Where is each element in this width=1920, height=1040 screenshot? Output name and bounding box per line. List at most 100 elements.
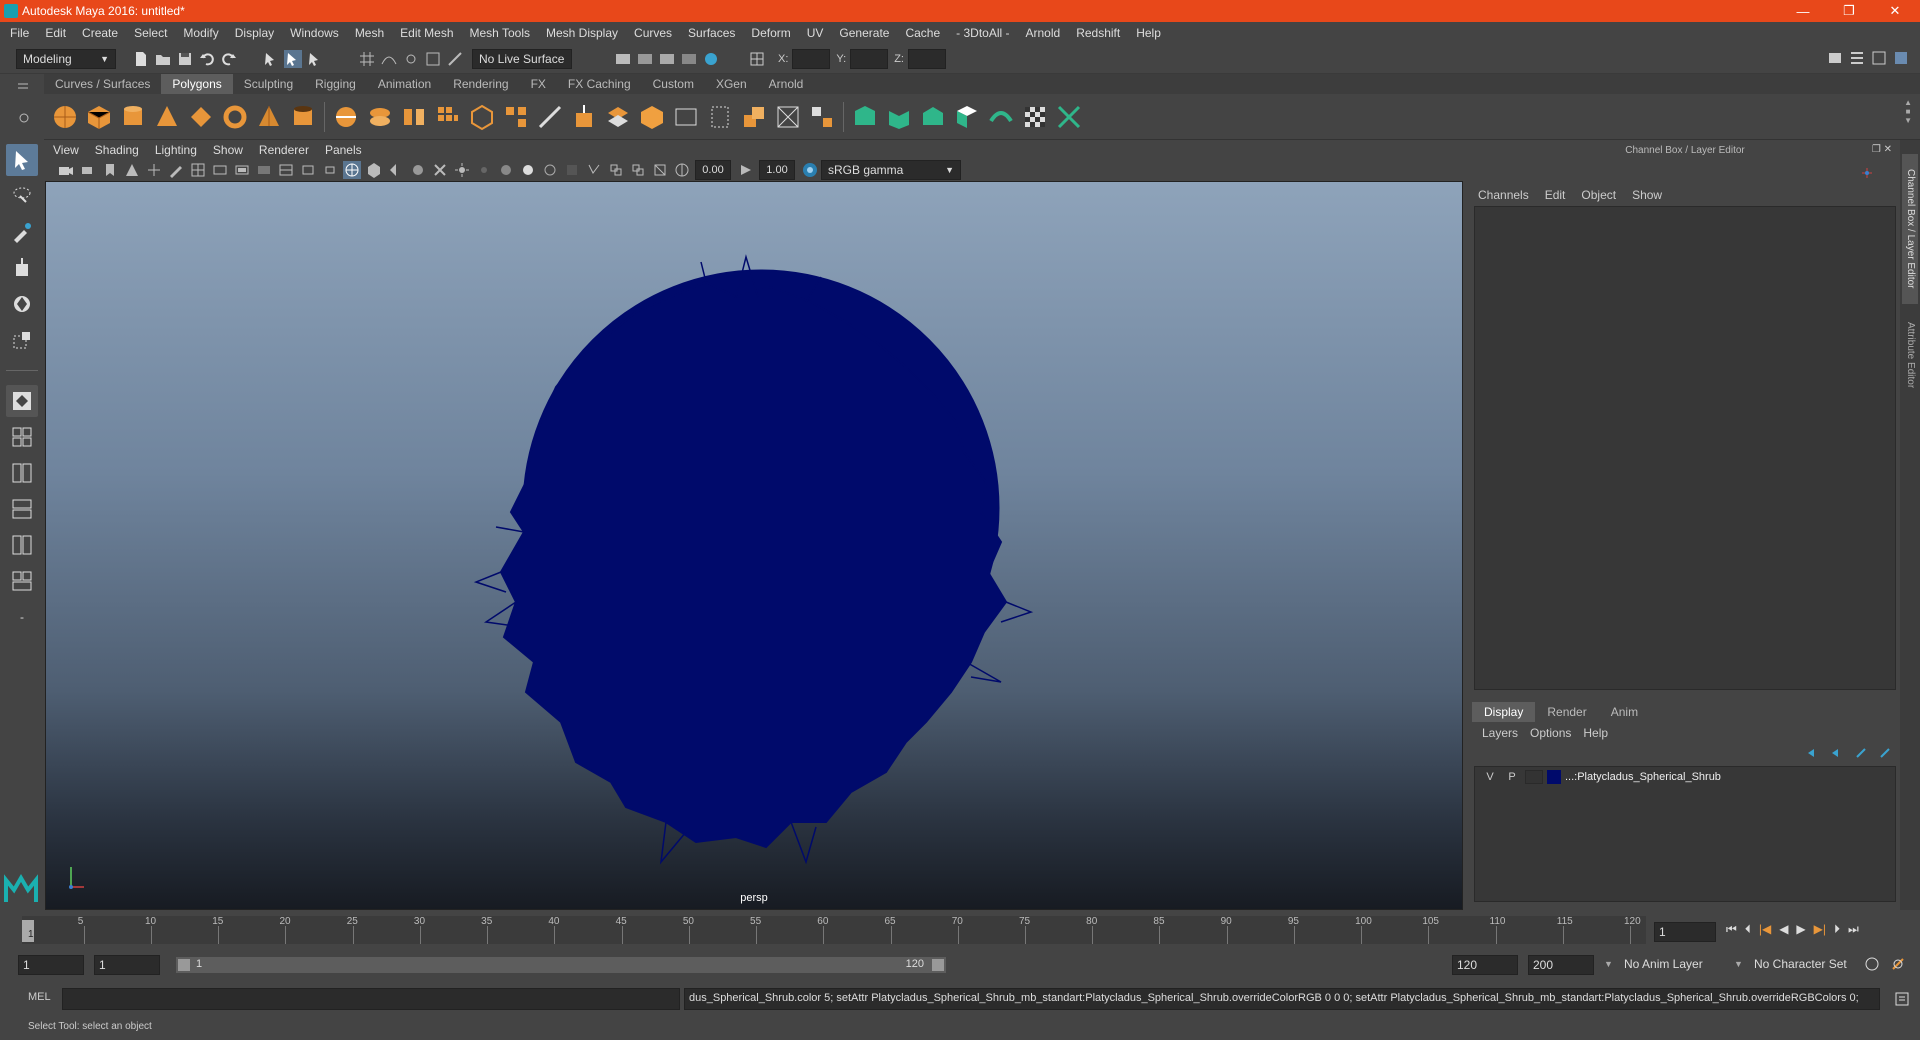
- mesh-reduce-icon[interactable]: [919, 103, 947, 131]
- live-surface-field[interactable]: No Live Surface: [472, 48, 572, 69]
- menu-3dtoall[interactable]: - 3DtoAll -: [948, 22, 1017, 44]
- menu-surfaces[interactable]: Surfaces: [680, 22, 743, 44]
- channel-box-menu-object[interactable]: Object: [1573, 188, 1624, 202]
- playback-start-field[interactable]: 1: [94, 955, 160, 975]
- mode-selector[interactable]: Modeling ▼: [16, 48, 116, 69]
- play-forward-icon[interactable]: ▶: [1796, 922, 1805, 937]
- shelf-tab-fx[interactable]: FX: [520, 74, 557, 94]
- preferences-icon[interactable]: [1890, 956, 1906, 975]
- poly-torus-icon[interactable]: [221, 103, 249, 131]
- menu-mesh-tools[interactable]: Mesh Tools: [462, 22, 538, 44]
- layer-tab-anim[interactable]: Anim: [1599, 702, 1650, 722]
- step-back-frame-icon[interactable]: |◀: [1759, 922, 1771, 937]
- viewport-menu-lighting[interactable]: Lighting: [147, 142, 205, 159]
- anim-end-field[interactable]: 200: [1528, 955, 1594, 975]
- chevron-down-icon[interactable]: ▼: [1604, 959, 1613, 969]
- new-layer-selected-icon[interactable]: [1878, 746, 1892, 763]
- menu-generate[interactable]: Generate: [831, 22, 897, 44]
- time-ruler[interactable]: 1 5 10 15 20 25 30 35 40 45 50 55 60 65 70 75 80 85 90 95 1…: [22, 916, 1646, 944]
- shrub-wireframe-mesh[interactable]: [473, 254, 1034, 865]
- menu-deform[interactable]: Deform: [743, 22, 798, 44]
- planar-map-icon[interactable]: [706, 103, 734, 131]
- channel-box-menu-edit[interactable]: Edit: [1537, 188, 1574, 202]
- viewport-menu-renderer[interactable]: Renderer: [251, 142, 317, 159]
- shelf-tab-sculpting[interactable]: Sculpting: [233, 74, 304, 94]
- viewport-menu-view[interactable]: View: [45, 142, 87, 159]
- open-scene-icon[interactable]: [154, 50, 172, 68]
- shelf-scroll-down-icon[interactable]: ▼: [1904, 116, 1912, 125]
- make-live-icon[interactable]: [446, 50, 464, 68]
- smooth-shade-icon[interactable]: [365, 161, 383, 179]
- mesh-triangulate-icon[interactable]: [953, 103, 981, 131]
- xray-joints-icon[interactable]: [607, 161, 625, 179]
- film-gate-icon[interactable]: [211, 161, 229, 179]
- extract-icon[interactable]: [400, 103, 428, 131]
- range-start-handle[interactable]: [178, 959, 190, 971]
- safe-title-icon[interactable]: [321, 161, 339, 179]
- side-tab-attribute-editor[interactable]: Attribute Editor: [1902, 310, 1918, 400]
- layer-tab-render[interactable]: Render: [1535, 702, 1598, 722]
- menu-edit[interactable]: Edit: [37, 22, 74, 44]
- textured-icon[interactable]: [409, 161, 427, 179]
- select-component-icon[interactable]: [306, 50, 324, 68]
- poly-cylinder-icon[interactable]: [119, 103, 147, 131]
- scale-tool-icon[interactable]: [6, 324, 38, 356]
- smooth-icon[interactable]: [434, 103, 462, 131]
- chevron-down-icon[interactable]: ▼: [1734, 959, 1743, 969]
- uv-editor-icon[interactable]: [672, 103, 700, 131]
- separate-icon[interactable]: [366, 103, 394, 131]
- menu-help[interactable]: Help: [1128, 22, 1169, 44]
- layer-menu-help[interactable]: Help: [1577, 726, 1614, 740]
- append-polygon-icon[interactable]: [638, 103, 666, 131]
- poly-pipe-icon[interactable]: [289, 103, 317, 131]
- cylindrical-map-icon[interactable]: [740, 103, 768, 131]
- channel-box-menu-channels[interactable]: Channels: [1470, 188, 1537, 202]
- layer-color-swatch[interactable]: [1547, 770, 1561, 784]
- xray-icon[interactable]: [585, 161, 603, 179]
- paint-select-tool-icon[interactable]: [6, 216, 38, 248]
- layer-visibility-toggle[interactable]: V: [1481, 771, 1499, 783]
- resolution-gate-icon[interactable]: [233, 161, 251, 179]
- viewport-menu-shading[interactable]: Shading: [87, 142, 147, 159]
- render-settings-icon[interactable]: [614, 50, 632, 68]
- new-empty-layer-icon[interactable]: [1854, 746, 1868, 763]
- select-hierarchy-icon[interactable]: [262, 50, 280, 68]
- go-to-start-icon[interactable]: ⏮: [1726, 922, 1737, 937]
- redo-icon[interactable]: [220, 50, 238, 68]
- isolate-select-icon[interactable]: [563, 161, 581, 179]
- channel-box-menu-show[interactable]: Show: [1624, 188, 1670, 202]
- shelf-scroll-mid-icon[interactable]: ■: [1906, 107, 1911, 116]
- render-view-icon[interactable]: [680, 50, 698, 68]
- tool-settings-icon[interactable]: [1870, 49, 1888, 67]
- shelf-menu-icon[interactable]: [18, 80, 28, 94]
- side-tab-channel-box[interactable]: Channel Box / Layer Editor: [1902, 154, 1918, 304]
- safe-action-icon[interactable]: [299, 161, 317, 179]
- mesh-fill-icon[interactable]: [885, 103, 913, 131]
- bevel-icon[interactable]: [468, 103, 496, 131]
- mesh-cleanup-icon[interactable]: [851, 103, 879, 131]
- menu-cache[interactable]: Cache: [897, 22, 948, 44]
- save-scene-icon[interactable]: [176, 50, 194, 68]
- shelf-tab-rigging[interactable]: Rigging: [304, 74, 367, 94]
- close-panel-icon[interactable]: ✕: [1884, 144, 1892, 155]
- restore-button[interactable]: ❐: [1826, 0, 1872, 22]
- x-field[interactable]: [792, 48, 831, 69]
- menu-select[interactable]: Select: [126, 22, 175, 44]
- menu-modify[interactable]: Modify: [175, 22, 226, 44]
- gamma-icon[interactable]: [737, 161, 755, 179]
- wireframe-icon[interactable]: [343, 161, 361, 179]
- attribute-editor-icon[interactable]: [1848, 49, 1866, 67]
- go-to-end-icon[interactable]: ⏭: [1848, 922, 1859, 937]
- screen-space-ao-icon[interactable]: [475, 161, 493, 179]
- close-button[interactable]: ✕: [1872, 0, 1918, 22]
- auto-key-icon[interactable]: [1864, 956, 1880, 975]
- wireframe-on-shaded-icon[interactable]: [387, 161, 405, 179]
- move-tool-icon[interactable]: [6, 252, 38, 284]
- snap-grid-icon[interactable]: [358, 50, 376, 68]
- viewport-menu-show[interactable]: Show: [205, 142, 251, 159]
- shelf-tab-curves-surfaces[interactable]: Curves / Surfaces: [44, 74, 161, 94]
- menu-create[interactable]: Create: [74, 22, 126, 44]
- playback-end-field[interactable]: 120: [1452, 955, 1518, 975]
- channel-list[interactable]: [1474, 206, 1896, 690]
- poly-cube-icon[interactable]: [85, 103, 113, 131]
